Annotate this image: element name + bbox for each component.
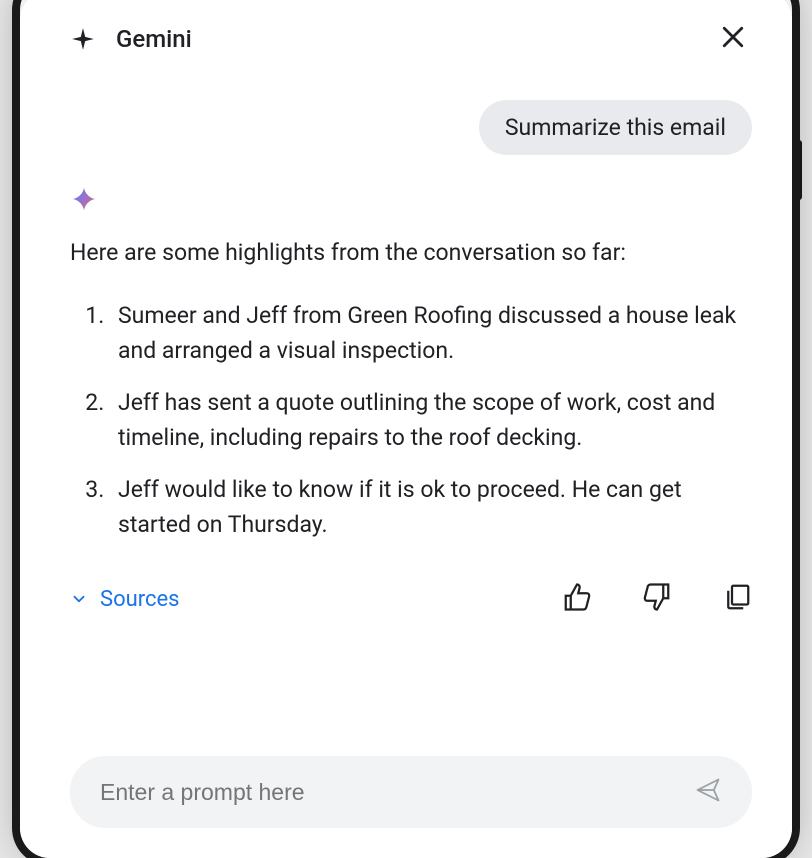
gemini-sparkle-icon: [70, 185, 752, 217]
app-title: Gemini: [116, 25, 192, 53]
highlights-list: Sumeer and Jeff from Green Roofing discu…: [70, 299, 752, 542]
prompt-input[interactable]: [100, 779, 694, 806]
list-item: Jeff would like to know if it is ok to p…: [110, 473, 752, 542]
send-button[interactable]: [694, 776, 722, 808]
close-icon: [718, 22, 748, 52]
send-icon: [694, 776, 722, 804]
prompt-input-bar[interactable]: [70, 756, 752, 828]
chevron-down-icon: [70, 590, 88, 608]
close-button[interactable]: [714, 18, 752, 60]
list-item: Sumeer and Jeff from Green Roofing discu…: [110, 299, 752, 368]
sources-label: Sources: [100, 587, 180, 612]
user-bubble: Summarize this email: [479, 100, 752, 155]
response-intro: Here are some highlights from the conver…: [70, 237, 752, 269]
thumbs-up-icon: [562, 582, 592, 612]
user-message: Summarize this email: [70, 100, 752, 155]
thumbs-down-button[interactable]: [642, 582, 672, 616]
copy-icon: [722, 582, 752, 612]
thumbs-up-button[interactable]: [562, 582, 592, 616]
sheet-header: Gemini: [20, 0, 792, 80]
gemini-icon: [70, 26, 96, 52]
copy-button[interactable]: [722, 582, 752, 616]
list-item: Jeff has sent a quote outlining the scop…: [110, 386, 752, 455]
thumbs-down-icon: [642, 582, 672, 612]
sources-button[interactable]: Sources: [70, 587, 180, 612]
